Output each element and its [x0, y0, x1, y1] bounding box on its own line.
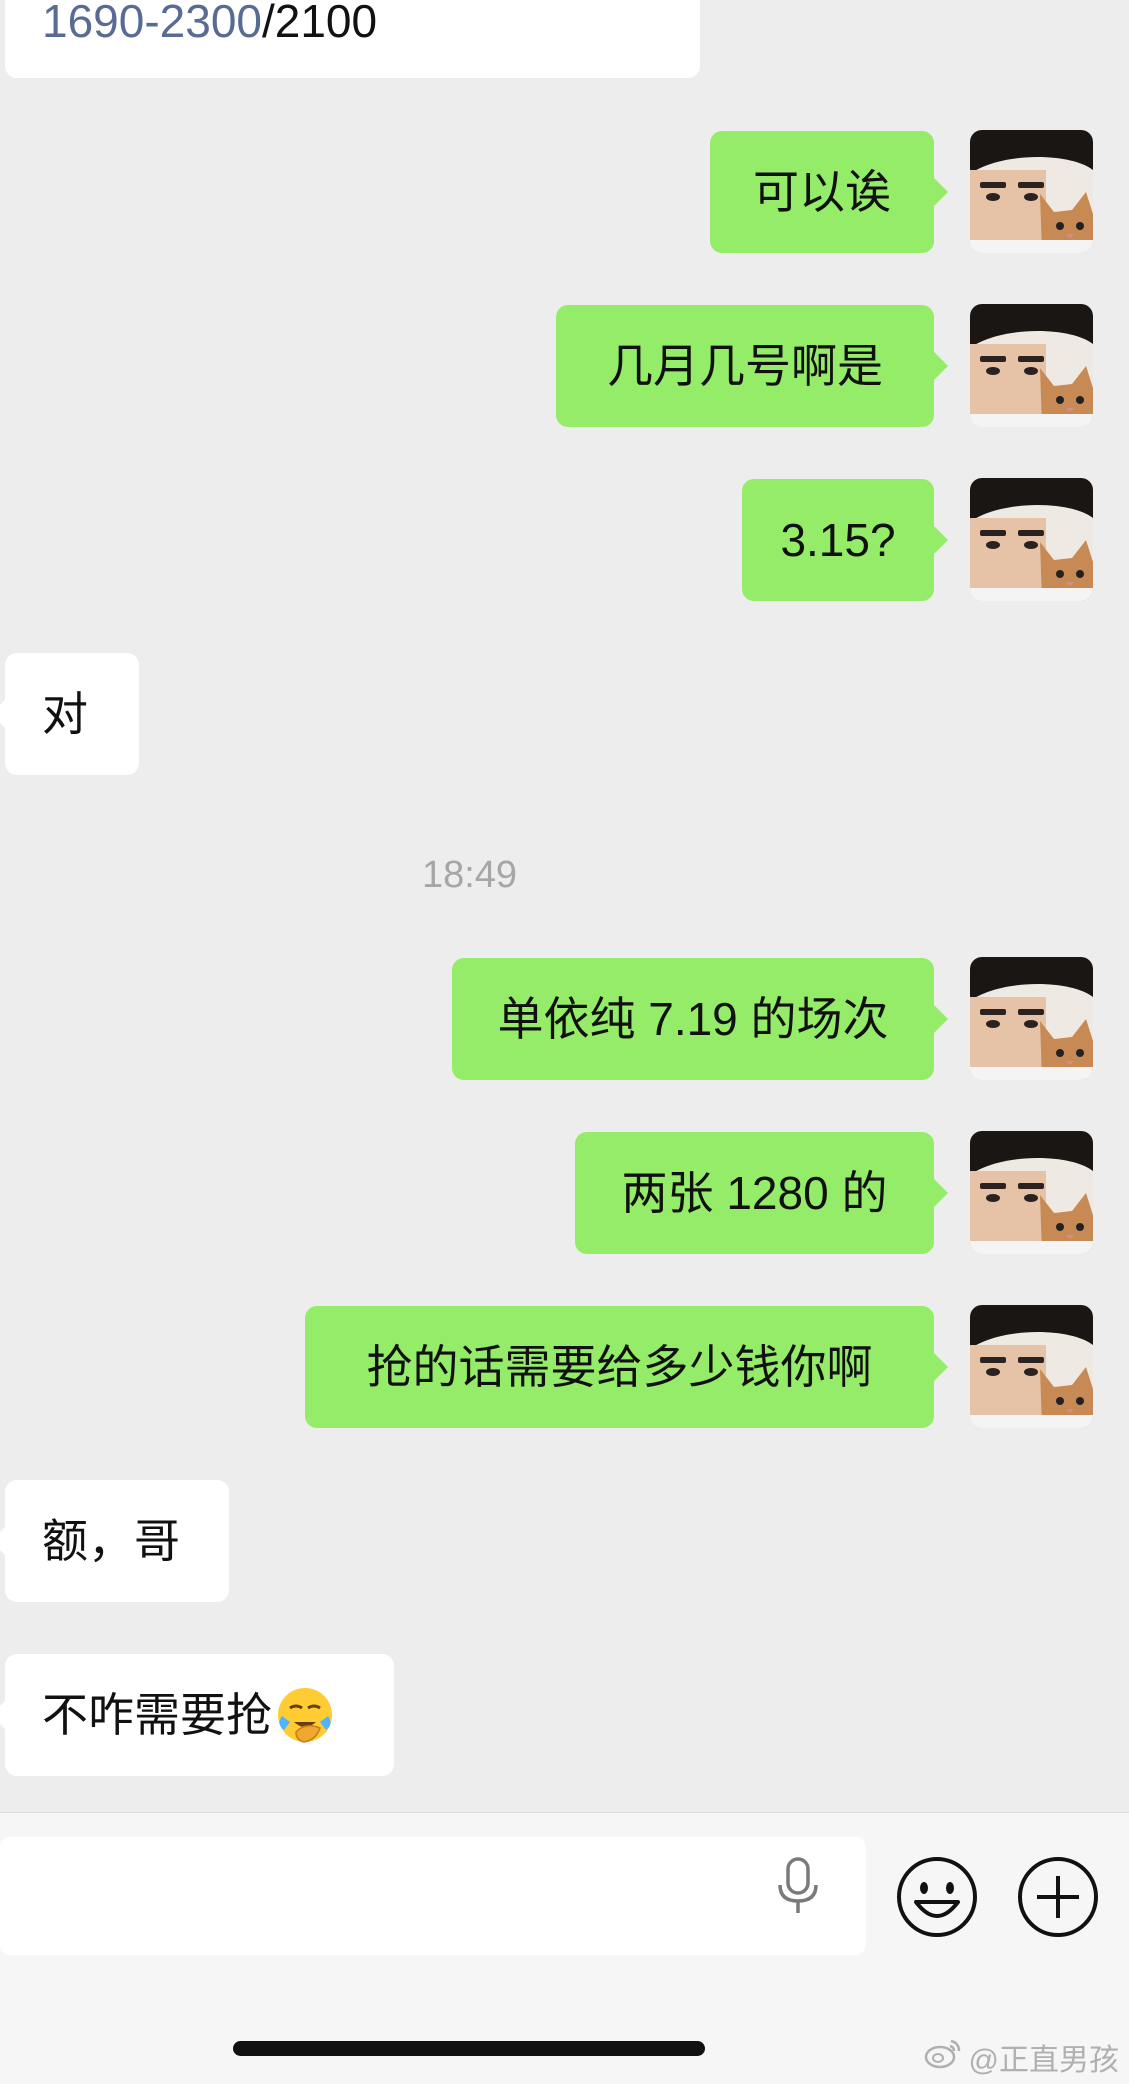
- avatar[interactable]: [970, 1131, 1093, 1254]
- message-bubble-incoming[interactable]: 对: [0, 653, 139, 775]
- message-input[interactable]: [0, 1837, 866, 1955]
- message-bubble-outgoing[interactable]: 几月几号啊是: [556, 305, 948, 427]
- plus-icon[interactable]: [1017, 1856, 1099, 1938]
- message-text: 几月几号啊是: [607, 340, 883, 392]
- watermark: @正直男孩: [923, 2035, 1119, 2079]
- input-bar: @正直男孩: [0, 1812, 1129, 2084]
- message-bubble-outgoing[interactable]: 两张 1280 的: [575, 1132, 948, 1254]
- message-text: 对: [42, 688, 88, 740]
- avatar[interactable]: [970, 130, 1093, 253]
- mic-icon[interactable]: [772, 1855, 824, 1917]
- weibo-icon: [923, 2037, 963, 2077]
- message-text: 3.15?: [780, 514, 896, 566]
- avatar[interactable]: [970, 304, 1093, 427]
- avatar[interactable]: [970, 1305, 1093, 1428]
- message-bubble-outgoing[interactable]: 3.15?: [742, 479, 948, 601]
- avatar[interactable]: [970, 478, 1093, 601]
- emoji-button-icon[interactable]: [896, 1856, 978, 1938]
- message-bubble-partial[interactable]: 1690-2300/2100: [5, 0, 700, 78]
- facepalm-emoji-icon: [276, 1686, 334, 1744]
- message-text: 单依纯 7.19 的场次: [497, 993, 889, 1045]
- message-bubble-incoming[interactable]: 额，哥: [0, 1480, 229, 1602]
- message-timestamp: 18:49: [421, 854, 518, 896]
- message-text: /2100: [261, 0, 378, 47]
- phone-link[interactable]: 1690-2300: [42, 0, 262, 47]
- avatar[interactable]: [970, 957, 1093, 1080]
- message-text: 不咋需要抢: [42, 1689, 272, 1741]
- message-bubble-outgoing[interactable]: 可以诶: [710, 131, 948, 253]
- message-text: 两张 1280 的: [621, 1167, 888, 1219]
- message-text: 额，哥: [42, 1515, 180, 1567]
- watermark-text: @正直男孩: [968, 2044, 1119, 2077]
- message-text: 抢的话需要给多少钱你啊: [366, 1341, 873, 1393]
- message-bubble-outgoing[interactable]: 抢的话需要给多少钱你啊: [305, 1306, 948, 1428]
- message-text: 可以诶: [753, 166, 891, 218]
- chat-area: 1690-2300/2100 可以诶 几月几号啊是 3.15? 对 18:49 …: [0, 0, 1129, 1812]
- message-bubble-incoming[interactable]: 不咋需要抢: [0, 1654, 394, 1776]
- message-bubble-outgoing[interactable]: 单依纯 7.19 的场次: [452, 958, 948, 1080]
- home-indicator: [233, 2041, 705, 2056]
